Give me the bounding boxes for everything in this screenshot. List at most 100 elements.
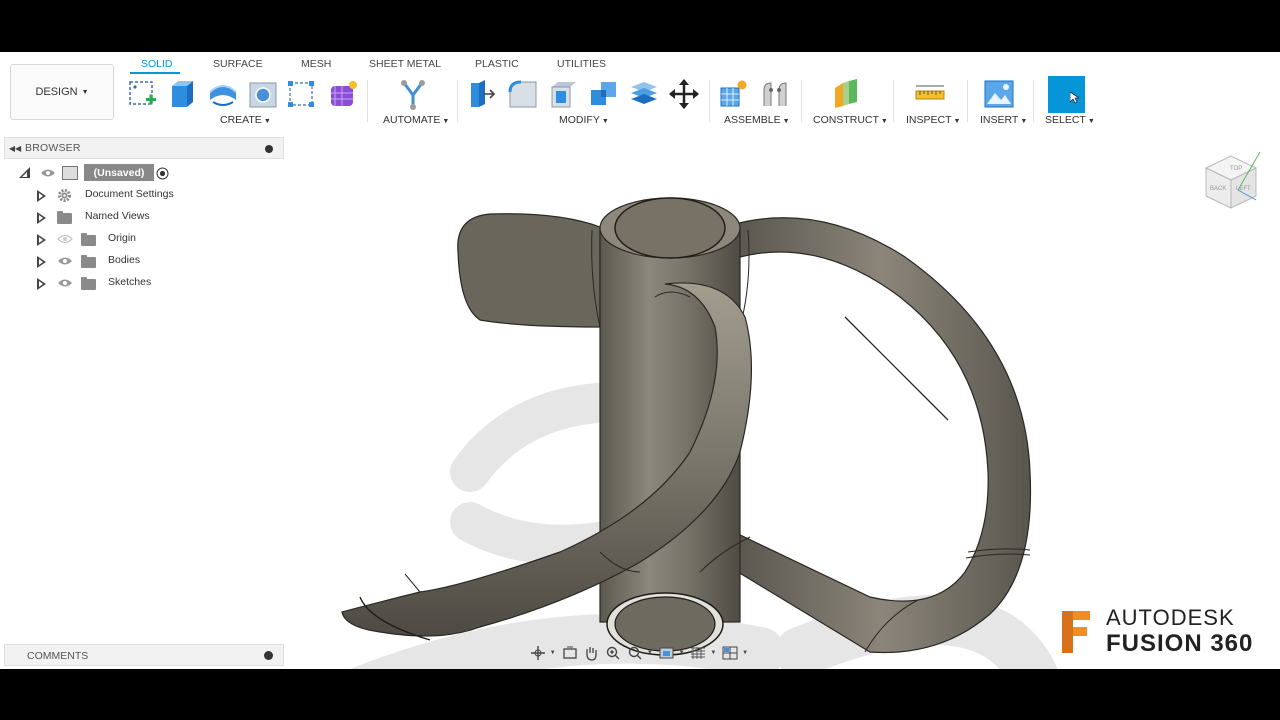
tab-solid[interactable]: SOLID xyxy=(141,58,173,70)
tree-item-named-views[interactable]: Named Views xyxy=(0,207,290,227)
measure-icon[interactable] xyxy=(914,78,946,110)
viewcube-back-face: BACK xyxy=(1210,186,1226,192)
display-settings-icon[interactable] xyxy=(657,644,677,662)
construct-menu[interactable]: CONSTRUCT ▼ xyxy=(813,114,888,126)
upper-left-fin xyxy=(457,213,601,328)
add-comment-icon[interactable] xyxy=(264,651,273,660)
fit-window-icon[interactable] xyxy=(625,644,645,662)
divider xyxy=(367,80,368,122)
assemble-menu-label: ASSEMBLE xyxy=(724,114,781,126)
modify-menu-label: MODIFY xyxy=(559,114,600,126)
viewports-icon[interactable] xyxy=(720,644,740,662)
tree-item-label: Sketches xyxy=(108,276,152,288)
folder-icon xyxy=(57,211,72,224)
divider xyxy=(1033,80,1034,122)
tab-plastic[interactable]: PLASTIC xyxy=(475,58,519,70)
insert-menu[interactable]: INSERT ▼ xyxy=(980,114,1027,126)
hidden-eye-icon[interactable] xyxy=(57,234,73,244)
move-icon[interactable] xyxy=(668,78,700,110)
visibility-eye-icon[interactable] xyxy=(57,278,73,288)
viewcube-top-face: TOP xyxy=(1230,166,1242,172)
select-menu[interactable]: SELECT ▼ xyxy=(1045,114,1095,126)
tree-item-sketches[interactable]: Sketches xyxy=(0,273,290,293)
toolbar: DESIGN ▼ SOLID SURFACE MESH SHEET METAL … xyxy=(0,52,1280,132)
create-form-icon[interactable] xyxy=(327,78,359,110)
insert-image-icon[interactable] xyxy=(983,78,1015,110)
automate-icon[interactable] xyxy=(397,78,429,110)
navigation-bar: ▼ ▼ ▼ ▼ ▼ xyxy=(528,642,752,664)
look-at-icon[interactable] xyxy=(560,644,580,662)
gear-icon xyxy=(58,189,71,202)
inspect-menu[interactable]: INSPECT ▼ xyxy=(906,114,960,126)
fillet-icon[interactable] xyxy=(507,78,539,110)
pan-hand-icon[interactable] xyxy=(582,644,602,662)
chevron-down-icon: ▼ xyxy=(81,88,89,96)
create-sketch-icon[interactable] xyxy=(127,78,159,110)
workspace-switcher[interactable]: DESIGN ▼ xyxy=(10,64,114,120)
divider xyxy=(893,80,894,122)
select-button[interactable] xyxy=(1048,76,1085,113)
press-pull-icon[interactable] xyxy=(466,78,498,110)
edge-line xyxy=(844,316,949,421)
viewcube[interactable]: TOP BACK LEFT xyxy=(1198,150,1264,216)
right-loop-arm xyxy=(734,217,1032,654)
fusion-logo-icon xyxy=(1062,611,1090,653)
root-component-label: (Unsaved) xyxy=(84,164,154,181)
comments-panel-header[interactable]: COMMENTS xyxy=(4,644,284,666)
tab-utilities[interactable]: UTILITIES xyxy=(557,58,606,70)
tree-item-label: Document Settings xyxy=(85,188,174,200)
revolve-icon[interactable] xyxy=(207,78,239,110)
offset-plane-icon[interactable] xyxy=(831,78,863,110)
hole-icon[interactable] xyxy=(247,78,279,110)
automate-menu-label: AUTOMATE xyxy=(383,114,441,126)
edge-line xyxy=(404,573,421,593)
panel-options-icon[interactable] xyxy=(265,145,273,153)
divider xyxy=(709,80,710,122)
insert-menu-label: INSERT xyxy=(980,114,1019,126)
comments-title: COMMENTS xyxy=(27,650,89,662)
fusion-app-window: DESIGN ▼ SOLID SURFACE MESH SHEET METAL … xyxy=(0,52,1280,669)
create-menu[interactable]: CREATE ▼ xyxy=(220,114,271,126)
shell-icon[interactable] xyxy=(548,78,580,110)
create-menu-label: CREATE xyxy=(220,114,262,126)
tree-item-label: Origin xyxy=(108,232,137,244)
construct-menu-label: CONSTRUCT xyxy=(813,114,879,126)
tab-surface[interactable]: SURFACE xyxy=(213,58,263,70)
select-menu-label: SELECT xyxy=(1045,114,1086,126)
tree-item-label: Bodies xyxy=(108,254,141,266)
visibility-eye-icon[interactable] xyxy=(57,256,73,266)
orbit-icon[interactable] xyxy=(528,644,548,662)
extrude-icon[interactable] xyxy=(166,78,198,110)
assemble-menu[interactable]: ASSEMBLE ▼ xyxy=(724,114,790,126)
tree-item-origin[interactable]: Origin xyxy=(0,229,290,249)
collapse-panel-icon[interactable]: ◀◀ xyxy=(5,144,25,153)
joint-icon[interactable] xyxy=(759,78,791,110)
inspect-menu-label: INSPECT xyxy=(906,114,952,126)
browser-title: BROWSER xyxy=(25,142,81,154)
divider xyxy=(457,80,458,122)
component-icon xyxy=(62,166,78,180)
tree-item-bodies[interactable]: Bodies xyxy=(0,251,290,271)
automate-menu[interactable]: AUTOMATE ▼ xyxy=(383,114,449,126)
tree-root[interactable]: (Unsaved) xyxy=(0,163,290,183)
tree-item-document-settings[interactable]: Document Settings xyxy=(0,185,290,205)
3d-viewport[interactable] xyxy=(290,132,1280,669)
modify-menu[interactable]: MODIFY ▼ xyxy=(559,114,609,126)
offset-face-icon[interactable] xyxy=(628,78,660,110)
zoom-icon[interactable] xyxy=(603,644,623,662)
pattern-icon[interactable] xyxy=(286,78,318,110)
browser-panel-header[interactable]: ◀◀ BROWSER xyxy=(4,137,284,159)
active-tab-indicator xyxy=(130,72,180,74)
new-component-icon[interactable] xyxy=(718,78,750,110)
brand-fusion: FUSION 360 xyxy=(1106,630,1254,657)
tab-mesh[interactable]: MESH xyxy=(301,58,331,70)
tab-sheet-metal[interactable]: SHEET METAL xyxy=(369,58,441,70)
divider xyxy=(801,80,802,122)
workspace-label: DESIGN xyxy=(35,86,78,98)
combine-icon[interactable] xyxy=(588,78,620,110)
letterbox-top xyxy=(0,0,1280,52)
activate-radio-icon[interactable] xyxy=(156,167,169,180)
tree-item-label: Named Views xyxy=(85,210,150,222)
grid-settings-icon[interactable] xyxy=(689,644,709,662)
visibility-eye-icon[interactable] xyxy=(40,168,56,178)
